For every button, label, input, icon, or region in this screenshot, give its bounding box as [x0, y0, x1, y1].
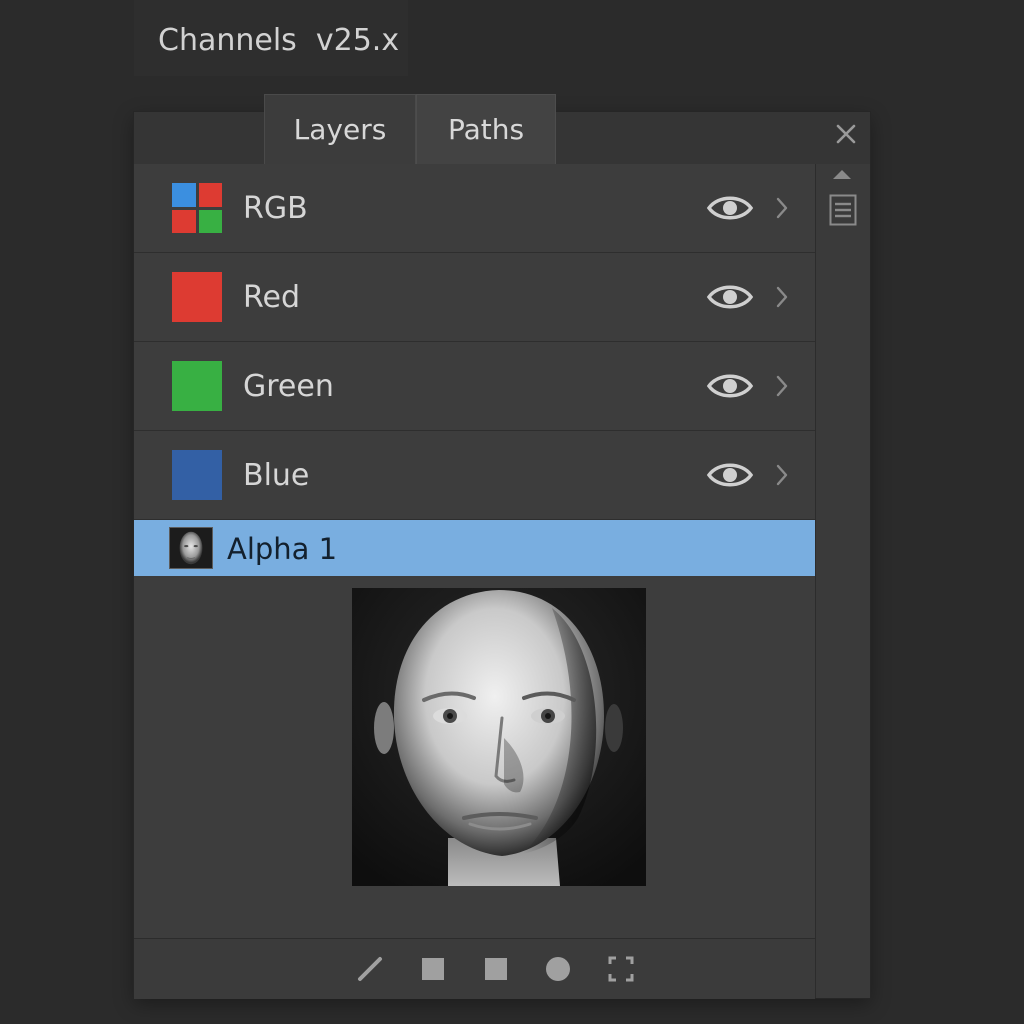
channel-row-alpha-1[interactable]: Alpha 1 [134, 520, 815, 576]
alpha-thumbnail [169, 527, 213, 569]
eye-icon[interactable] [706, 460, 754, 490]
channel-label: Red [243, 280, 300, 315]
channel-label: Alpha 1 [227, 532, 338, 566]
tab-strip: Layers Paths [134, 94, 870, 165]
square-icon[interactable] [419, 955, 447, 983]
rgb-composite-swatch [172, 183, 222, 233]
channel-row-blue[interactable]: Blue [134, 431, 815, 520]
dashed-selection-icon[interactable] [607, 955, 635, 983]
tab-layers[interactable]: Layers [264, 94, 416, 164]
chevron-right-icon[interactable] [774, 194, 790, 222]
channel-row-green[interactable]: Green [134, 342, 815, 431]
face-preview-image [352, 588, 646, 886]
close-icon[interactable] [832, 120, 860, 148]
circle-icon[interactable] [544, 955, 572, 983]
preview-area [134, 578, 815, 938]
app: Channels v25.x Layers Paths RGB Red Gree… [0, 0, 1024, 1024]
channel-label: Green [243, 369, 334, 404]
chevron-right-icon[interactable] [774, 283, 790, 311]
scroll-up-icon[interactable] [833, 170, 851, 179]
panel-footer-toolbar [134, 938, 815, 999]
channel-row-rgb[interactable]: RGB [134, 164, 815, 253]
channel-row-red[interactable]: Red [134, 253, 815, 342]
chevron-right-icon[interactable] [774, 372, 790, 400]
brush-icon[interactable] [356, 955, 384, 983]
tab-paths[interactable]: Paths [416, 94, 556, 164]
square-icon[interactable] [482, 955, 510, 983]
face-thumbnail-image [170, 528, 212, 568]
window-title: Channels v25.x [134, 0, 408, 76]
channel-label: Blue [243, 458, 310, 493]
chevron-right-icon[interactable] [774, 461, 790, 489]
eye-icon[interactable] [706, 193, 754, 223]
eye-icon[interactable] [706, 371, 754, 401]
hamburger-menu-icon[interactable] [829, 194, 857, 226]
red-swatch [172, 272, 222, 322]
eye-icon[interactable] [706, 282, 754, 312]
alpha-preview-image [352, 588, 646, 886]
channel-label: RGB [243, 191, 308, 226]
blue-swatch [172, 450, 222, 500]
channel-list: RGB Red Green Blue Alpha 1 [134, 164, 815, 576]
panel-side-column [815, 164, 870, 998]
green-swatch [172, 361, 222, 411]
channels-panel: Layers Paths RGB Red Green Blue Alpha 1 [134, 94, 870, 999]
